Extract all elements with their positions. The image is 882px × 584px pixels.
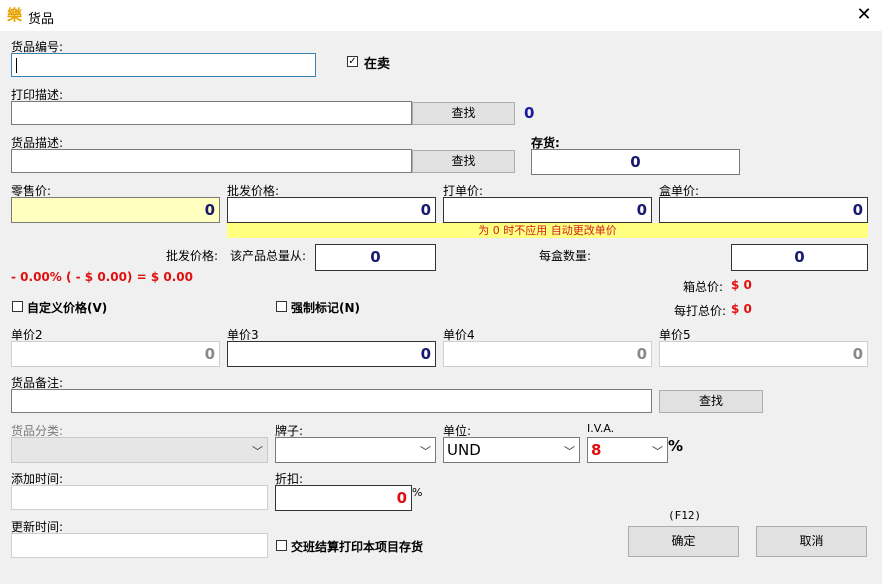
- desc-find-button[interactable]: 查找: [412, 150, 515, 173]
- unit2-input[interactable]: 0: [11, 341, 220, 367]
- per-box-label: 每盒数量:: [539, 249, 592, 263]
- dozen-price-input[interactable]: 0: [443, 197, 652, 223]
- on-sale-label: 在卖: [364, 57, 391, 72]
- cancel-button[interactable]: 取消: [756, 526, 867, 557]
- total-from-label: 该产品总量从:: [230, 249, 307, 263]
- custom-price-label: 自定义价格(V): [27, 301, 108, 315]
- box-price-input[interactable]: 0: [659, 197, 868, 223]
- force-mark-label: 强制标记(N): [291, 301, 361, 315]
- brand-select[interactable]: ﹀: [275, 437, 436, 463]
- discount-input[interactable]: 0: [275, 485, 412, 511]
- updated-time-input[interactable]: [11, 533, 268, 558]
- chevron-down-icon: ﹀: [564, 445, 575, 458]
- added-time-input[interactable]: [11, 485, 268, 510]
- text-cursor: [16, 58, 17, 73]
- chevron-down-icon: ﹀: [420, 445, 431, 458]
- wholesale-input[interactable]: 0: [227, 197, 436, 223]
- dozen-total-label: 每打总价:: [674, 304, 727, 318]
- shift-print-label: 交班结算打印本项目存货: [291, 540, 424, 554]
- code-input[interactable]: [11, 53, 316, 77]
- total-from-input[interactable]: 0: [315, 244, 436, 271]
- print-desc-input[interactable]: [11, 101, 412, 125]
- box-total-label: 箱总价:: [683, 280, 724, 294]
- unit-value: UND: [447, 441, 481, 459]
- discount-percent: %: [412, 486, 423, 499]
- ok-button[interactable]: 确定: [628, 526, 739, 557]
- shift-print-checkbox[interactable]: [276, 540, 287, 551]
- custom-price-checkbox[interactable]: [12, 301, 23, 312]
- print-desc-find-button[interactable]: 查找: [412, 102, 515, 125]
- auto-price-warning: 为 0 时不应用 自动更改单价: [227, 223, 868, 238]
- retail-input[interactable]: 0: [11, 197, 220, 223]
- stock-input[interactable]: 0: [531, 149, 740, 175]
- dozen-total-value: $ 0: [731, 302, 752, 316]
- desc-input[interactable]: [11, 149, 412, 173]
- unit3-input[interactable]: 0: [227, 341, 436, 367]
- per-box-input[interactable]: 0: [731, 244, 868, 271]
- close-icon[interactable]: ✕: [853, 4, 875, 26]
- wholesale-from-label: 批发价格:: [166, 249, 219, 263]
- discount-summary: - 0.00% ( - $ 0.00) = $ 0.00: [11, 270, 193, 284]
- title-bar: [0, 0, 882, 31]
- window-title: 货品: [28, 12, 55, 27]
- force-mark-checkbox[interactable]: [276, 301, 287, 312]
- on-sale-checkbox[interactable]: ✓: [347, 56, 358, 67]
- note-find-button[interactable]: 查找: [659, 390, 763, 413]
- iva-label: I.V.A.: [587, 422, 615, 435]
- print-desc-count: 0: [524, 104, 535, 122]
- box-total-value: $ 0: [731, 278, 752, 292]
- chevron-down-icon: ﹀: [652, 445, 663, 458]
- category-select[interactable]: ﹀: [11, 437, 268, 463]
- note-input[interactable]: [11, 389, 652, 413]
- unit-select[interactable]: UND ﹀: [443, 437, 580, 463]
- iva-select[interactable]: 8 ﹀: [587, 437, 668, 463]
- app-logo-icon: 樂: [7, 6, 23, 24]
- unit5-input[interactable]: 0: [659, 341, 868, 367]
- chevron-down-icon: ﹀: [252, 445, 263, 458]
- iva-percent: %: [668, 437, 684, 455]
- unit4-input[interactable]: 0: [443, 341, 652, 367]
- f12-hint: (F12): [668, 509, 702, 522]
- iva-value: 8: [591, 441, 602, 459]
